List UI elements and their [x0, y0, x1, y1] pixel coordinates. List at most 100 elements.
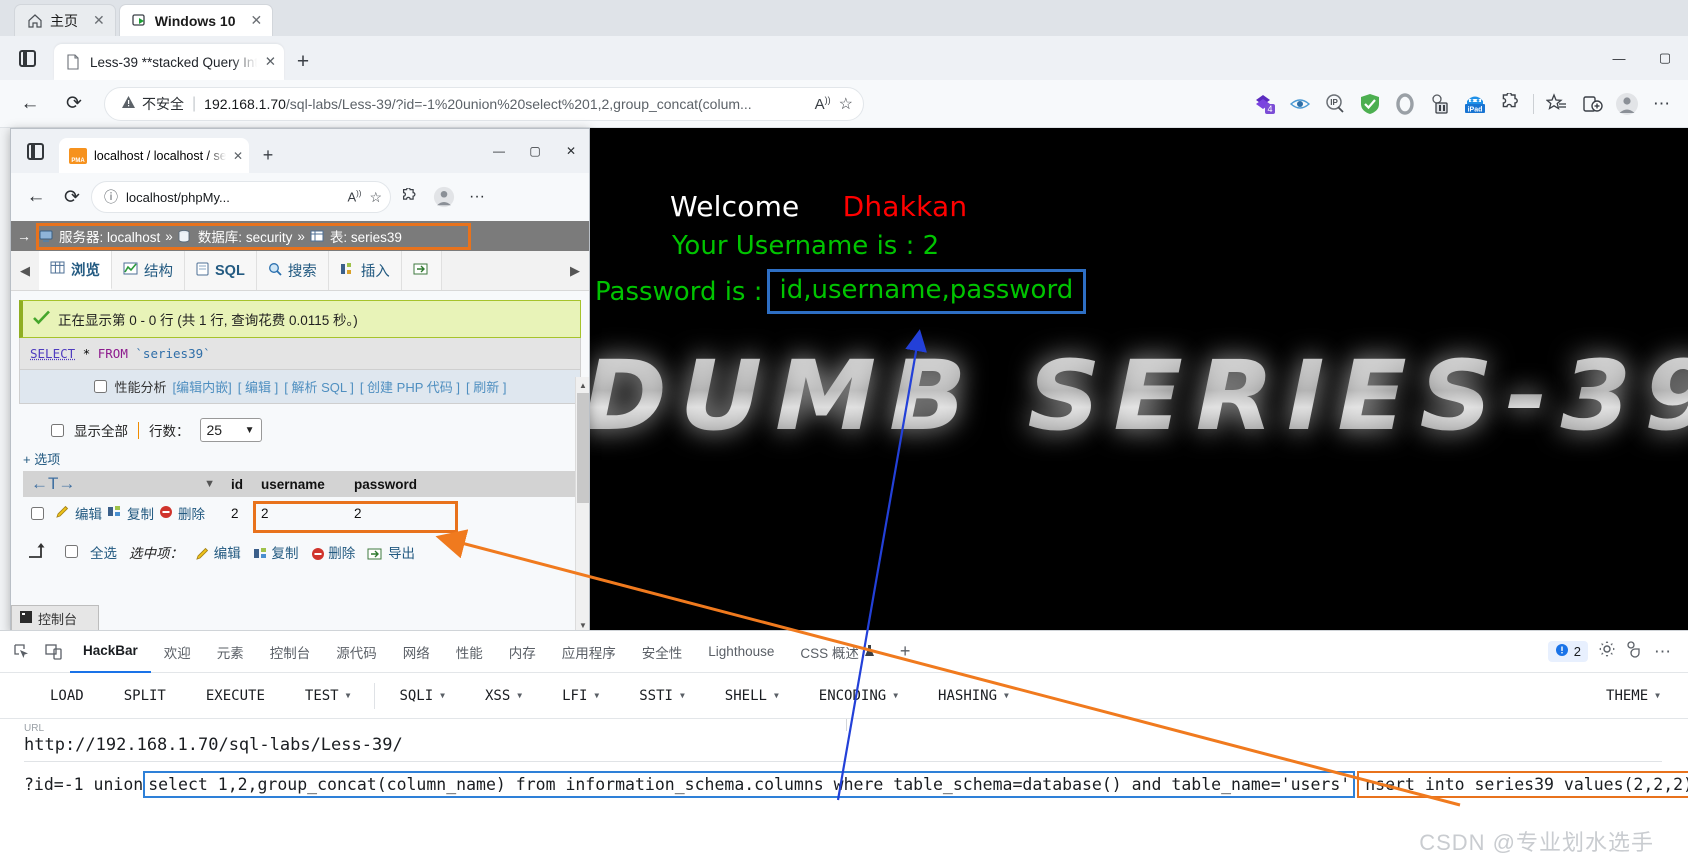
hackbar-load-button[interactable]: LOAD: [30, 673, 104, 719]
pma-console-button[interactable]: 控制台: [11, 605, 99, 631]
footer-export-action[interactable]: 导出: [367, 542, 415, 562]
create-php-code-link[interactable]: [ 创建 PHP 代码 ]: [360, 377, 460, 396]
pma-read-aloud-icon[interactable]: A)): [347, 189, 361, 204]
row-select-checkbox[interactable]: [31, 506, 44, 520]
row-delete-link[interactable]: 删除: [178, 503, 205, 523]
breadcrumb-database-label[interactable]: 数据库: security: [198, 226, 293, 246]
devtools-tab-network[interactable]: 网络: [390, 631, 443, 673]
eye-badge-icon[interactable]: [1288, 92, 1312, 116]
sidebar-toggle-button[interactable]: [0, 36, 54, 80]
column-header-password[interactable]: password: [346, 477, 441, 492]
reload-button[interactable]: ⟳: [54, 87, 94, 121]
devtools-tab-css-overview[interactable]: CSS 概述: [787, 631, 888, 673]
pma-more-button[interactable]: ···: [463, 180, 491, 214]
pma-profile-button[interactable]: [427, 180, 461, 214]
pma-tab-export[interactable]: [401, 251, 442, 290]
hackbar-test-menu[interactable]: TEST ▼: [285, 673, 371, 719]
hackbar-encoding-menu[interactable]: ENCODING ▼: [799, 673, 918, 719]
device-toolbar-icon[interactable]: [38, 636, 70, 668]
add-favorite-icon[interactable]: ☆: [839, 94, 853, 114]
collections-icon[interactable]: [1545, 92, 1569, 116]
refresh-link[interactable]: [ 刷新 ]: [466, 377, 506, 396]
hackbar-lfi-menu[interactable]: LFI ▼: [542, 673, 619, 719]
maximize-button[interactable]: ▢: [1642, 36, 1688, 80]
pma-minimize-button[interactable]: —: [481, 129, 517, 173]
footer-delete-action[interactable]: 删除: [311, 542, 355, 562]
table-sort-header[interactable]: ←T→ ▼: [23, 474, 223, 494]
rows-count-select[interactable]: 25 ▼: [199, 418, 262, 442]
devtools-tab-console[interactable]: 控制台: [257, 631, 324, 673]
pma-extensions-button[interactable]: [393, 180, 425, 214]
options-toggle-link[interactable]: + 选项: [11, 442, 589, 471]
pma-address-bar[interactable]: ⓘ localhost/phpMy... A)) ☆: [91, 181, 391, 213]
vm-tab-home[interactable]: 主页 ✕: [14, 4, 116, 36]
hackbar-hashing-menu[interactable]: HASHING ▼: [918, 673, 1029, 719]
nav-scroll-left-button[interactable]: ◀: [11, 251, 39, 290]
devtools-tab-performance[interactable]: 性能: [443, 631, 496, 673]
pma-add-favorite-icon[interactable]: ☆: [369, 189, 382, 206]
hackbar-sqli-menu[interactable]: SQLI ▼: [379, 673, 465, 719]
hackbar-ssti-menu[interactable]: SSTI ▼: [619, 673, 705, 719]
edit-link[interactable]: [ 编辑 ]: [238, 377, 278, 396]
address-bar[interactable]: 不安全 | 192.168.1.70/sql-labs/Less-39/?id=…: [104, 86, 864, 121]
pma-maximize-button[interactable]: ▢: [517, 129, 553, 173]
devtools-tab-application[interactable]: 应用程序: [549, 631, 629, 673]
purple-diamond-icon[interactable]: 4: [1253, 92, 1277, 116]
sort-chevron-icon[interactable]: ▼: [204, 478, 215, 490]
select-all-checkbox[interactable]: [65, 545, 78, 558]
nav-scroll-right-button[interactable]: ▶: [561, 251, 589, 290]
row-copy-link[interactable]: 复制: [127, 503, 154, 523]
footer-edit-action[interactable]: 编辑: [195, 542, 241, 562]
select-all-label[interactable]: 全选: [90, 542, 117, 562]
pma-new-tab-button[interactable]: +: [249, 137, 287, 173]
split-screen-icon[interactable]: [1580, 92, 1604, 116]
vm-tab-windows10-close[interactable]: ✕: [251, 12, 263, 29]
vm-tab-windows10[interactable]: Windows 10 ✕: [118, 4, 274, 36]
pma-tab-search[interactable]: 搜索: [256, 251, 329, 290]
adblock-shield-icon[interactable]: [1358, 92, 1382, 116]
profiling-checkbox[interactable]: [93, 380, 107, 393]
devtools-tab-security[interactable]: 安全性: [629, 631, 696, 673]
ip-lookup-icon[interactable]: IP: [1323, 92, 1347, 116]
edge-tab-less39[interactable]: Less-39 **stacked Query Intiger type** ✕: [54, 44, 284, 80]
scrollbar-thumb[interactable]: [577, 393, 589, 503]
url-field-value[interactable]: http://192.168.1.70/sql-labs/Less-39/: [24, 734, 1688, 755]
more-options-icon[interactable]: ⋯: [1654, 642, 1672, 662]
devtools-tab-elements[interactable]: 元素: [204, 631, 257, 673]
hackbar-theme-menu[interactable]: THEME ▼: [1606, 688, 1688, 704]
explain-sql-link[interactable]: [ 解析 SQL ]: [284, 377, 354, 396]
devtools-tab-sources[interactable]: 源代码: [323, 631, 390, 673]
profile-avatar-icon[interactable]: [1615, 92, 1639, 116]
puzzle-extensions-icon[interactable]: [1498, 92, 1522, 116]
read-aloud-icon[interactable]: A)): [815, 95, 831, 113]
hackbar-shell-menu[interactable]: SHELL ▼: [705, 673, 799, 719]
pma-tab-insert[interactable]: 插入: [328, 251, 402, 290]
hackbar-execute-button[interactable]: EXECUTE: [186, 673, 285, 719]
pma-tab[interactable]: PMA localhost / localhost / security / s…: [59, 138, 249, 173]
minimize-button[interactable]: —: [1596, 36, 1642, 80]
more-settings-icon[interactable]: ⋯: [1650, 92, 1674, 116]
hackbar-split-button[interactable]: SPLIT: [104, 673, 186, 719]
opera-ring-icon[interactable]: [1393, 92, 1417, 116]
wappalyzer-icon[interactable]: [1428, 92, 1452, 116]
column-header-username[interactable]: username: [253, 477, 346, 492]
devtools-tab-lighthouse[interactable]: Lighthouse: [695, 631, 787, 673]
hackbar-xss-menu[interactable]: XSS ▼: [465, 673, 542, 719]
pma-tab-sql[interactable]: SQL: [185, 251, 257, 290]
inline-edit-link[interactable]: [编辑内嵌]: [173, 377, 232, 396]
devtools-add-tab-button[interactable]: +: [888, 631, 923, 673]
pma-tab-structure[interactable]: 结构: [112, 251, 185, 290]
pma-tab-close-icon[interactable]: ✕: [233, 149, 243, 163]
devtools-tab-welcome[interactable]: 欢迎: [151, 631, 204, 673]
pma-sidebar-toggle-button[interactable]: [11, 129, 59, 173]
new-tab-button[interactable]: +: [284, 44, 322, 80]
settings-gear-icon[interactable]: [1598, 640, 1616, 663]
pma-reload-button[interactable]: ⟳: [55, 180, 89, 214]
footer-copy-action[interactable]: 复制: [253, 542, 299, 562]
vm-tab-home-close[interactable]: ✕: [93, 12, 105, 29]
pma-tab-browse[interactable]: 浏览: [39, 251, 112, 290]
breadcrumb-table-label[interactable]: 表: series39: [330, 226, 402, 246]
customize-devtools-icon[interactable]: [1626, 640, 1644, 663]
pma-back-button[interactable]: ←: [19, 180, 53, 214]
pma-scrollbar[interactable]: ▲ ▼: [575, 377, 589, 631]
